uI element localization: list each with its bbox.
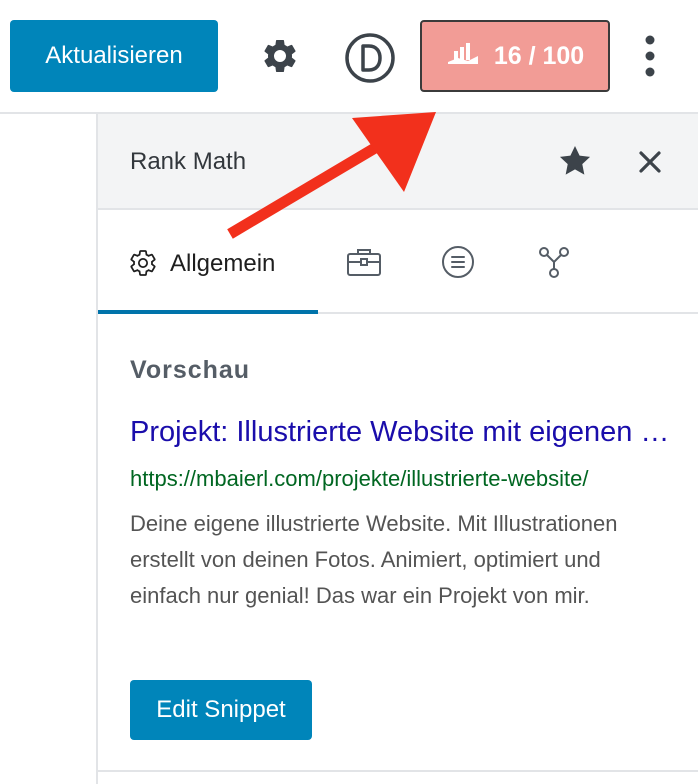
divi-icon[interactable] bbox=[344, 32, 396, 84]
section-divider bbox=[98, 770, 698, 772]
gear-icon bbox=[128, 248, 158, 278]
sidebar-header: Rank Math bbox=[98, 114, 698, 210]
tab-general[interactable]: Allgemein bbox=[98, 212, 318, 314]
serp-preview-description: Deine eigene illustrierte Website. Mit I… bbox=[130, 511, 618, 608]
edit-snippet-button[interactable]: Edit Snippet bbox=[130, 680, 312, 740]
editor-toolbar: Aktualisieren 16 / 100 bbox=[0, 0, 698, 114]
seo-score-label: 16 / 100 bbox=[493, 41, 585, 70]
serp-preview-title: Projekt: Illustrierte Website mit eigene… bbox=[130, 416, 670, 448]
rank-math-icon bbox=[446, 40, 480, 73]
sidebar-title: Rank Math bbox=[130, 148, 247, 175]
more-vertical-icon[interactable] bbox=[632, 30, 668, 82]
preview-heading: Vorschau bbox=[130, 356, 251, 384]
rank-math-score-button[interactable]: 16 / 100 bbox=[420, 20, 610, 92]
active-tab-indicator bbox=[98, 310, 318, 314]
settings-gear-icon[interactable] bbox=[256, 32, 304, 80]
schema-icon[interactable] bbox=[438, 242, 478, 282]
star-icon[interactable] bbox=[556, 142, 594, 180]
update-button[interactable]: Aktualisieren bbox=[10, 20, 218, 92]
close-icon[interactable] bbox=[634, 146, 666, 178]
briefcase-icon[interactable] bbox=[344, 242, 384, 282]
social-share-icon[interactable] bbox=[534, 242, 574, 282]
sidebar-tabs: Allgemein bbox=[98, 212, 698, 314]
tab-general-label: Allgemein bbox=[170, 250, 276, 277]
serp-preview-url: https://mbaierl.com/projekte/illustriert… bbox=[130, 466, 589, 491]
